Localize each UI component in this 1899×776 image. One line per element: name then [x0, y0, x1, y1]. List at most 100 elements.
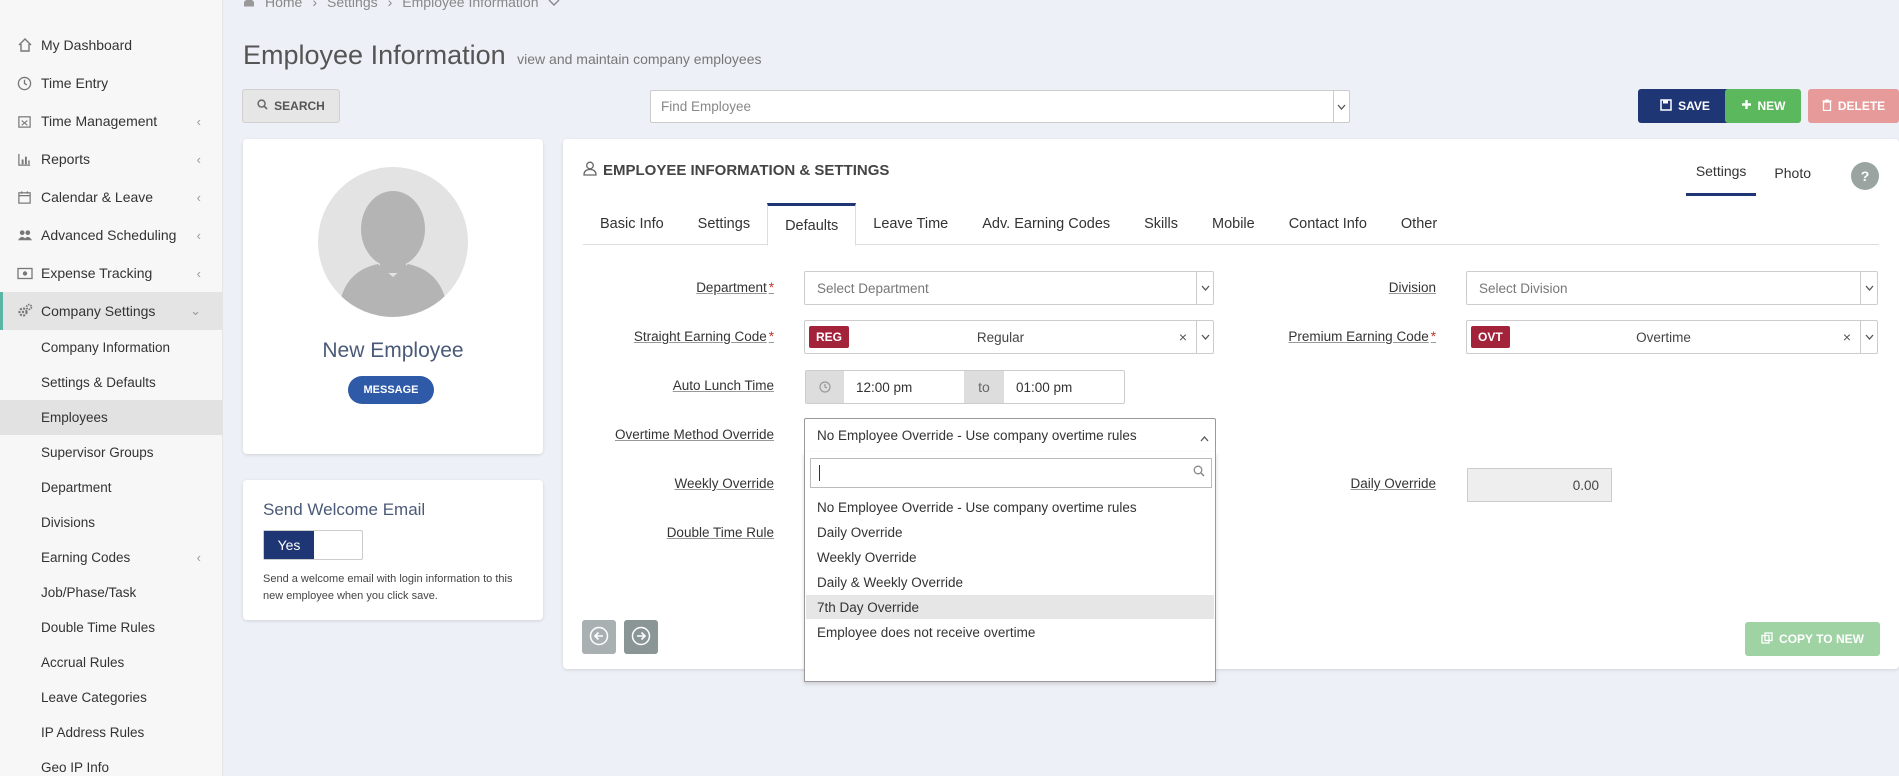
nav-advanced-scheduling[interactable]: Advanced Scheduling ‹ [0, 216, 223, 254]
tab-view-photo[interactable]: Photo [1764, 157, 1821, 195]
copy-to-new-button[interactable]: COPY TO NEW [1745, 622, 1880, 656]
sub-item-leave-categories[interactable]: Leave Categories [0, 680, 223, 715]
money-icon [16, 265, 33, 282]
tab-defaults[interactable]: Defaults [767, 203, 857, 246]
department-placeholder: Select Department [817, 280, 929, 296]
welcome-email-toggle[interactable]: Yes [263, 530, 363, 560]
tab-view-settings[interactable]: Settings [1685, 155, 1757, 196]
dropdown-search-input[interactable] [810, 458, 1212, 488]
dropdown-option[interactable]: Daily & Weekly Override [806, 570, 1214, 594]
premium-earning-code-select[interactable]: OVT Overtime × [1466, 320, 1878, 354]
delete-button[interactable]: DELETE [1808, 89, 1899, 123]
dropdown-option-highlighted[interactable]: 7th Day Override [806, 595, 1214, 619]
nav-label: Advanced Scheduling [41, 227, 177, 243]
clear-icon[interactable]: × [1179, 329, 1187, 345]
message-button[interactable]: MESSAGE [348, 376, 434, 404]
chevron-down-icon[interactable] [548, 0, 560, 10]
breadcrumb-separator: › [387, 0, 393, 10]
tab-basic-info[interactable]: Basic Info [583, 203, 681, 245]
welcome-email-title: Send Welcome Email [263, 500, 426, 519]
breadcrumb-current: Employee Information [402, 0, 539, 10]
nav-label: Expense Tracking [41, 265, 153, 281]
overtime-method-override-label: Overtime Method Override [614, 427, 774, 442]
lunch-start-input[interactable]: 12:00 pm [844, 371, 964, 403]
sub-item-company-information[interactable]: Company Information [0, 330, 223, 365]
sub-item-earning-codes[interactable]: Earning Codes ‹ [0, 540, 223, 575]
sub-item-employees[interactable]: Employees [0, 400, 223, 435]
sub-item-supervisor-groups[interactable]: Supervisor Groups [0, 435, 223, 470]
chevron-up-icon[interactable] [1200, 430, 1209, 445]
required-mark: * [768, 280, 774, 295]
nav-label: My Dashboard [41, 37, 133, 53]
chevron-down-icon[interactable] [1860, 321, 1877, 353]
chevron-down-icon[interactable] [1860, 272, 1877, 304]
chevron-down-icon[interactable] [1196, 272, 1213, 304]
tab-mobile[interactable]: Mobile [1195, 203, 1272, 245]
division-select[interactable]: Select Division [1466, 271, 1878, 305]
premium-earning-code-label: Premium Earning Code * [1288, 329, 1436, 344]
breadcrumb-home[interactable]: Home [265, 0, 302, 10]
overtime-method-dropdown: No Employee Override - Use company overt… [804, 452, 1216, 682]
daily-override-input[interactable]: 0.00 [1467, 468, 1612, 502]
straight-earning-code-select[interactable]: REG Regular × [804, 320, 1214, 354]
new-button[interactable]: NEW [1725, 89, 1801, 123]
search-button[interactable]: SEARCH [242, 89, 340, 123]
dropdown-option[interactable]: Daily Override [806, 520, 1214, 544]
sub-item-department[interactable]: Department [0, 470, 223, 505]
nav-time-entry[interactable]: Time Entry [0, 64, 223, 102]
weekly-override-label: Weekly Override [674, 476, 774, 491]
clear-icon[interactable]: × [1843, 329, 1851, 345]
dropdown-option[interactable]: No Employee Override - Use company overt… [806, 495, 1214, 519]
page-title: Employee Information view and maintain c… [243, 40, 762, 71]
breadcrumb-settings[interactable]: Settings [327, 0, 378, 10]
chevron-down-icon[interactable] [1196, 321, 1213, 353]
sub-item-divisions[interactable]: Divisions [0, 505, 223, 540]
nav-company-settings[interactable]: Company Settings ⌄ [0, 292, 223, 330]
nav-reports[interactable]: Reports ‹ [0, 140, 223, 178]
earning-code-badge: REG [809, 326, 850, 348]
chevron-left-icon: ‹ [196, 113, 201, 129]
avatar[interactable] [318, 167, 468, 317]
nav-calendar-leave[interactable]: Calendar & Leave ‹ [0, 178, 223, 216]
overtime-method-override-select[interactable]: No Employee Override - Use company overt… [804, 418, 1216, 452]
save-button[interactable]: SAVE [1638, 89, 1732, 123]
sub-item-accrual-rules[interactable]: Accrual Rules [0, 645, 223, 680]
required-mark: * [1430, 329, 1436, 344]
settings-tabs: Basic Info Settings Defaults Leave Time … [583, 203, 1879, 246]
nav-expense-tracking[interactable]: Expense Tracking ‹ [0, 254, 223, 292]
nav-label: Reports [41, 151, 91, 167]
department-select[interactable]: Select Department [804, 271, 1214, 305]
users-icon [16, 227, 33, 244]
overtime-method-override-value: No Employee Override - Use company overt… [817, 428, 1137, 443]
chevron-down-icon[interactable] [1333, 91, 1349, 122]
sub-item-settings-defaults[interactable]: Settings & Defaults [0, 365, 223, 400]
sub-item-geo-ip-info[interactable]: Geo IP Info [0, 750, 223, 776]
help-icon[interactable]: ? [1851, 161, 1879, 190]
sub-item-label: Supervisor Groups [41, 445, 154, 460]
nav-my-dashboard[interactable]: My Dashboard [0, 26, 223, 64]
sub-item-job-phase-task[interactable]: Job/Phase/Task [0, 575, 223, 610]
tab-contact-info[interactable]: Contact Info [1272, 203, 1384, 245]
department-label-text: Department [696, 280, 767, 295]
premium-earning-code-label-text: Premium Earning Code [1288, 329, 1429, 344]
dropdown-option[interactable]: Weekly Override [806, 545, 1214, 569]
sub-item-label: Earning Codes [41, 550, 131, 565]
arrow-right-circle-icon [631, 626, 651, 649]
find-employee-select[interactable]: Find Employee [650, 90, 1350, 123]
previous-button[interactable] [582, 620, 616, 654]
gears-icon [16, 303, 33, 320]
tab-settings[interactable]: Settings [681, 203, 767, 245]
sub-item-double-time-rules[interactable]: Double Time Rules [0, 610, 223, 645]
sub-item-label: IP Address Rules [41, 725, 145, 740]
tab-skills[interactable]: Skills [1127, 203, 1195, 245]
tab-leave-time[interactable]: Leave Time [856, 203, 965, 245]
tab-adv-earning-codes[interactable]: Adv. Earning Codes [965, 203, 1127, 245]
nav-label: Calendar & Leave [41, 189, 154, 205]
sub-item-ip-address-rules[interactable]: IP Address Rules [0, 715, 223, 750]
nav-time-management[interactable]: Time Management ‹ [0, 102, 223, 140]
tab-other[interactable]: Other [1384, 203, 1454, 245]
chevron-left-icon: ‹ [196, 151, 201, 167]
lunch-end-input[interactable]: 01:00 pm [1004, 371, 1124, 403]
dropdown-option[interactable]: Employee does not receive overtime [806, 620, 1214, 644]
next-button[interactable] [624, 620, 658, 654]
